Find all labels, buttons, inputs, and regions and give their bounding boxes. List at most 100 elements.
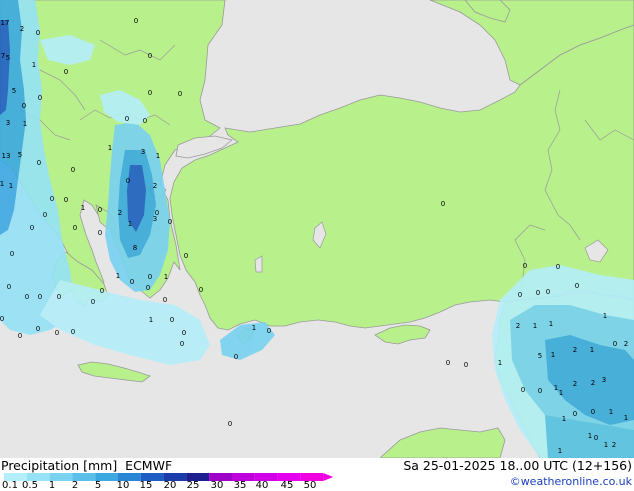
precip-value-label: 5: [6, 54, 10, 62]
precip-value-label: 0: [91, 298, 95, 306]
precip-value-label: 0: [126, 177, 130, 185]
precip-value-label: 0: [134, 17, 138, 25]
precip-value-label: 1: [554, 384, 558, 392]
valid-datetime: Sa 25-01-2025 18..00 UTC (12+156): [403, 458, 632, 473]
precip-value-label: 0: [36, 29, 40, 37]
precip-value-label: 0: [146, 284, 150, 292]
precip-value-label: 0: [71, 328, 75, 336]
precip-value-label: 0: [518, 291, 522, 299]
scale-tick-label: 20: [163, 480, 177, 491]
precip-value-label: 0: [446, 359, 450, 367]
precip-value-label: 2: [516, 322, 520, 330]
site-credit[interactable]: ©weatheronline.co.uk: [510, 475, 632, 488]
precip-value-label: 0: [536, 289, 540, 297]
precip-value-label: 0: [538, 387, 542, 395]
precip-value-label: 0: [228, 420, 232, 428]
precip-value-label: 0: [464, 361, 468, 369]
precip-value-label: 0: [178, 90, 182, 98]
legend-bar: Precipitation [mm] ECMWF Sa 25-01-2025 1…: [0, 458, 634, 491]
precip-value-label: 0: [523, 262, 527, 270]
precip-value-label: 8: [133, 244, 137, 252]
precip-value-label: 1: [116, 272, 120, 280]
precip-value-label: 1: [128, 220, 132, 228]
precip-value-label: 0: [267, 327, 271, 335]
precip-value-label: 0: [100, 287, 104, 295]
scale-tick-label: 5: [94, 480, 102, 491]
precip-value-label: 0: [50, 195, 54, 203]
precip-value-label: 3: [602, 376, 606, 384]
precip-value-label: 0: [0, 315, 4, 323]
scale-tick-label: 0.5: [22, 480, 38, 491]
scale-tick-label: 0.1: [2, 480, 18, 491]
precip-value-label: 1: [156, 152, 160, 160]
precip-value-label: 0: [55, 329, 59, 337]
precip-value-label: 0: [36, 325, 40, 333]
precip-value-label: 0: [10, 250, 14, 258]
precip-value-label: 0: [38, 293, 42, 301]
precip-value-label: 0: [43, 211, 47, 219]
legend-title: Precipitation [mm] ECMWF: [1, 458, 172, 473]
precip-value-label: 1: [81, 204, 85, 212]
precip-value-label: 2: [118, 209, 122, 217]
precipitation-map: 17 2 0 5 0 7 1 0 0 0 0 5 0 0 3 1 0 1 0 13 5 0 1 3 1 0 0 1 0 0 1 0 2 0 0 0 0 0…: [0, 0, 634, 459]
precip-value-label: 7: [1, 52, 5, 60]
precip-value-label: 2: [624, 340, 628, 348]
precip-value-label: 2: [573, 380, 577, 388]
precip-value-label: 0: [441, 200, 445, 208]
precip-value-label: 0: [64, 196, 68, 204]
precip-value-label: 0: [37, 159, 41, 167]
precip-value-label: 0: [556, 263, 560, 271]
scale-tick-label: 40: [255, 480, 269, 491]
precip-value-label: 1: [590, 346, 594, 354]
precip-value-label: 1: [533, 322, 537, 330]
legend-title-text: Precipitation [mm]: [1, 458, 118, 473]
precip-value-label: 17: [1, 19, 10, 27]
precip-value-label: 1: [149, 316, 153, 324]
precip-value-label: 0: [73, 224, 77, 232]
precip-value-label: 5: [18, 151, 22, 159]
precip-value-label: 0: [182, 329, 186, 337]
precip-value-label: 2: [591, 379, 595, 387]
precip-value-label: 0: [546, 288, 550, 296]
precip-value-label: 0: [25, 293, 29, 301]
precip-value-label: 0: [7, 283, 11, 291]
precip-value-label: 1: [252, 324, 256, 332]
precip-value-label: 13: [2, 152, 11, 160]
precip-value-label: 0: [591, 408, 595, 416]
precip-value-label: 0: [168, 218, 172, 226]
precip-value-label: 2: [573, 346, 577, 354]
precip-value-label: 1: [108, 144, 112, 152]
scale-tick-label: 2: [71, 480, 79, 491]
precip-value-label: 1: [562, 415, 566, 423]
precip-value-label: 1: [549, 320, 553, 328]
precip-value-label: 0: [234, 353, 238, 361]
precip-value-label: 2: [153, 182, 157, 190]
precip-value-label: 1: [624, 414, 628, 422]
precip-value-label: 5: [538, 352, 542, 360]
scale-tick-label: 1: [48, 480, 56, 491]
precip-value-label: 0: [594, 434, 598, 442]
precip-value-label: 2: [20, 25, 24, 33]
scale-tick-label: 50: [303, 480, 317, 491]
precip-value-label: 0: [57, 293, 61, 301]
precip-value-label: 2: [612, 441, 616, 449]
precip-value-label: 0: [18, 332, 22, 340]
precip-value-label: 0: [521, 386, 525, 394]
precip-value-label: 0: [180, 340, 184, 348]
precip-value-label: 0: [64, 68, 68, 76]
precip-value-label: 1: [498, 359, 502, 367]
precip-value-label: 0: [148, 89, 152, 97]
precip-value-label: 3: [6, 119, 10, 127]
precip-value-label: 0: [170, 316, 174, 324]
precip-value-label: 0: [573, 410, 577, 418]
precip-value-label: 1: [558, 447, 562, 455]
precip-value-label: 1: [0, 180, 4, 188]
precip-value-label: 0: [22, 102, 26, 110]
precip-value-label: 0: [148, 52, 152, 60]
precip-value-label: 1: [23, 120, 27, 128]
precip-value-label: 3: [141, 148, 145, 156]
precip-value-label: 0: [613, 340, 617, 348]
precip-value-label: 1: [559, 389, 563, 397]
precip-value-label: 3: [153, 215, 157, 223]
precip-value-label: 1: [9, 182, 13, 190]
